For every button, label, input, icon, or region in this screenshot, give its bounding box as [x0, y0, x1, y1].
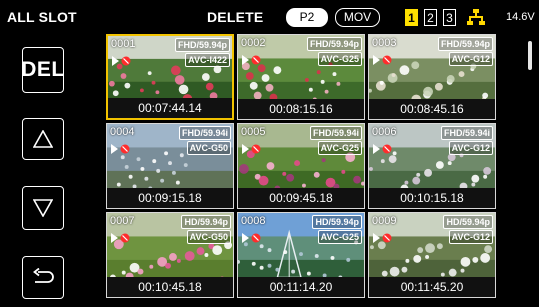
- clip-status-icons: [373, 55, 392, 65]
- clip-number: 0005: [241, 126, 266, 138]
- play-indicator-icon: [111, 233, 118, 243]
- clip-codec-badge: AVC-G50: [186, 141, 231, 155]
- slot-3-indicator: 3: [443, 9, 456, 26]
- clip-format-badge: HD/59.94p: [443, 215, 493, 229]
- clip-status-icons: [373, 144, 392, 154]
- clip-format-badge: FHD/59.94i: [440, 126, 493, 140]
- clip-codec-badge: AVC-G12: [448, 141, 493, 155]
- clip-number: 0004: [110, 126, 135, 138]
- clip-status-icons: [242, 55, 261, 65]
- clip-timecode: 00:08:45.16: [369, 99, 495, 119]
- clip-status-icons: [242, 144, 261, 154]
- clip-format-badge: FHD/59.94i: [178, 126, 231, 140]
- return-icon: [33, 267, 54, 283]
- clip-status-icons: [112, 56, 131, 66]
- clip-timecode: 00:11:45.20: [369, 277, 495, 297]
- play-indicator-icon: [373, 55, 380, 65]
- clip-timecode: 00:09:15.18: [107, 188, 233, 208]
- clip-timecode: 00:07:44.14: [108, 98, 232, 118]
- clip-thumbnail[interactable]: 0007 HD/59.94p AVC-G50 00:10:45.18: [106, 212, 234, 298]
- delete-button-label: DEL: [21, 58, 65, 81]
- clip-number: 0002: [241, 37, 266, 49]
- clip-codec-badge: AVC-G50: [186, 230, 231, 244]
- play-indicator-icon: [112, 56, 119, 66]
- clip-codec-badge: AVC-G12: [448, 52, 493, 66]
- clip-format-badge: FHD/59.94p: [306, 37, 362, 51]
- clip-thumbnail[interactable]: 0006 FHD/59.94i AVC-G12 00:10:15.18: [368, 123, 496, 209]
- clip-format-badge: FHD/59.94p: [437, 37, 493, 51]
- clip-thumbnail[interactable]: 0002 FHD/59.94p AVC-G25 00:08:15.16: [237, 34, 365, 120]
- clip-thumbnail[interactable]: 0003 FHD/59.94p AVC-G12 00:08:45.16: [368, 34, 496, 120]
- scroll-up-button[interactable]: [22, 118, 64, 160]
- network-icon: [467, 9, 485, 25]
- clip-format-badge: HD/59.94p: [181, 215, 231, 229]
- clip-codec-badge: AVC-G12: [448, 230, 493, 244]
- clip-timecode: 00:10:45.18: [107, 277, 233, 297]
- play-indicator-icon: [242, 55, 249, 65]
- tab-mov[interactable]: MOV: [335, 8, 380, 27]
- clip-thumbnail[interactable]: 0009 HD/59.94p AVC-G12 00:11:45.20: [368, 212, 496, 298]
- clip-timecode: 00:10:15.18: [369, 188, 495, 208]
- play-indicator-icon: [111, 144, 118, 154]
- scroll-down-button[interactable]: [22, 186, 64, 230]
- clip-status-icons: [373, 233, 392, 243]
- battery-voltage: 14.6V: [506, 11, 535, 23]
- clip-thumbnail[interactable]: 0008 HD/59.94p AVC-G25 00:11:14.20: [237, 212, 365, 298]
- clip-number: 0003: [372, 37, 397, 49]
- play-indicator-icon: [373, 233, 380, 243]
- clip-number: 0009: [372, 215, 397, 227]
- clip-thumbnail[interactable]: 0005 FHD/59.94i AVC-G25 00:09:45.18: [237, 123, 365, 209]
- header-bar: ALL SLOT DELETE P2 MOV 1 2 3 14.6V: [0, 0, 539, 33]
- play-indicator-icon: [242, 144, 249, 154]
- up-triangle-icon: [33, 130, 53, 148]
- clip-number: 0001: [111, 38, 136, 50]
- clip-codec-badge: AVC-I422: [185, 53, 230, 67]
- clip-number: 0007: [110, 215, 135, 227]
- slot-selector-label[interactable]: ALL SLOT: [7, 9, 77, 25]
- clip-codec-badge: AVC-G25: [317, 230, 362, 244]
- slot-1-indicator: 1: [405, 9, 418, 26]
- clip-status-icons: [242, 233, 261, 243]
- clip-number: 0006: [372, 126, 397, 138]
- return-button[interactable]: [22, 256, 64, 299]
- clip-codec-badge: AVC-G25: [317, 141, 362, 155]
- play-indicator-icon: [242, 233, 249, 243]
- mode-title: DELETE: [207, 9, 264, 25]
- clip-codec-badge: AVC-G25: [317, 52, 362, 66]
- clip-format-badge: FHD/59.94i: [309, 126, 362, 140]
- down-triangle-icon: [33, 199, 53, 217]
- clip-number: 0008: [241, 215, 266, 227]
- clip-thumbnail[interactable]: 0004 FHD/59.94i AVC-G50 00:09:15.18: [106, 123, 234, 209]
- scrollbar[interactable]: [524, 33, 536, 307]
- clip-status-icons: [111, 233, 130, 243]
- delete-button[interactable]: DEL: [21, 47, 65, 93]
- clip-format-badge: HD/59.94p: [312, 215, 362, 229]
- play-indicator-icon: [373, 144, 380, 154]
- clip-timecode: 00:08:15.16: [238, 99, 364, 119]
- clip-timecode: 00:11:14.20: [238, 277, 364, 297]
- clip-timecode: 00:09:45.18: [238, 188, 364, 208]
- thumbnail-grid: 0001 FHD/59.94p AVC-I422 00:07:44.14 000…: [100, 33, 520, 307]
- slot-2-indicator: 2: [424, 9, 437, 26]
- clip-status-icons: [111, 144, 130, 154]
- clip-thumbnail[interactable]: 0001 FHD/59.94p AVC-I422 00:07:44.14: [106, 34, 234, 120]
- scrollbar-thumb[interactable]: [528, 41, 532, 70]
- tab-p2[interactable]: P2: [286, 8, 328, 27]
- clip-format-badge: FHD/59.94p: [174, 38, 230, 52]
